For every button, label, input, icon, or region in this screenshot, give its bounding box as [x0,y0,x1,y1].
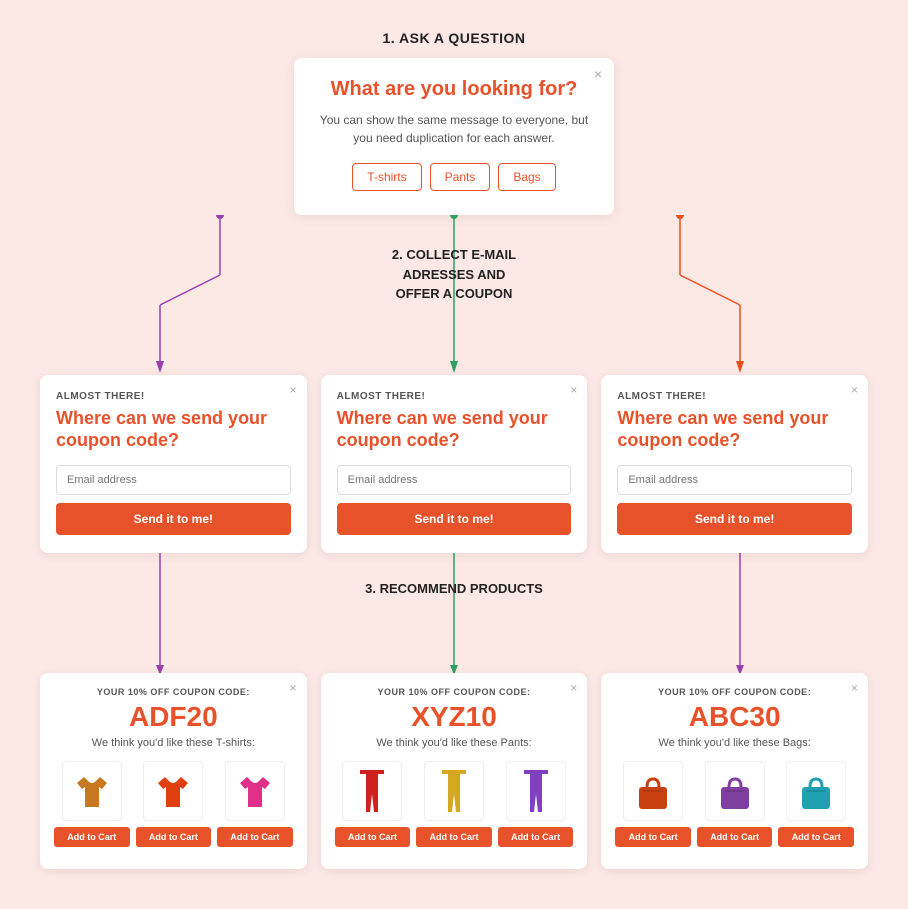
email-card-pants: × ALMOST THERE! Where can we send your c… [321,375,588,553]
connector-svg-2 [20,553,888,673]
coupon-code-2: XYZ10 [335,701,574,733]
email-card-1-almost: ALMOST THERE! [56,391,291,402]
product-item-2-1: Add to Cart [335,761,411,847]
coupon-code-1: ADF20 [54,701,293,733]
question-card: × What are you looking for? You can show… [294,58,614,215]
recommend-text-3: We think you'd like these Bags: [615,737,854,749]
add-to-cart-3-2[interactable]: Add to Cart [697,827,773,847]
email-input-3[interactable] [617,465,852,495]
product-img-tshirt-pink [225,761,285,821]
coupon-card-bags: × YOUR 10% OFF COUPON CODE: ABC30 We thi… [601,673,868,869]
product-item-2-3: Add to Cart [498,761,574,847]
product-row-2: Add to Cart Add to Cart Add to Cart [335,761,574,847]
email-card-bags: × ALMOST THERE! Where can we send your c… [601,375,868,553]
step3-label: 3. RECOMMEND PRODUCTS [365,581,543,596]
product-item-1-2: Add to Cart [136,761,212,847]
add-to-cart-2-3[interactable]: Add to Cart [498,827,574,847]
email-input-1[interactable] [56,465,291,495]
coupon-label-1: YOUR 10% OFF COUPON CODE: [54,687,293,697]
add-to-cart-1-1[interactable]: Add to Cart [54,827,130,847]
coupon-card-pants: × YOUR 10% OFF COUPON CODE: XYZ10 We thi… [321,673,588,869]
email-card-2-title: Where can we send your coupon code? [337,408,572,451]
product-item-2-2: Add to Cart [416,761,492,847]
answer-pants[interactable]: Pants [430,163,491,191]
coupon-code-3: ABC30 [615,701,854,733]
product-img-pants-red [342,761,402,821]
coupon-card-3-close[interactable]: × [851,681,858,695]
send-btn-3[interactable]: Send it to me! [617,503,852,535]
answer-buttons: T-shirts Pants Bags [318,163,590,191]
question-title: What are you looking for? [318,78,590,101]
answer-bags[interactable]: Bags [498,163,555,191]
product-item-3-3: Add to Cart [778,761,854,847]
product-img-bag-purple [705,761,765,821]
email-input-2[interactable] [337,465,572,495]
add-to-cart-1-3[interactable]: Add to Cart [217,827,293,847]
add-to-cart-3-3[interactable]: Add to Cart [778,827,854,847]
send-btn-1[interactable]: Send it to me! [56,503,291,535]
product-item-1-3: Add to Cart [217,761,293,847]
product-item-3-1: Add to Cart [615,761,691,847]
product-item-1-1: Add to Cart [54,761,130,847]
page-wrapper: 1. ASK A QUESTION × What are you looking… [0,0,908,909]
product-img-bag-orange [623,761,683,821]
coupon-card-2-close[interactable]: × [570,681,577,695]
question-card-wrapper: × What are you looking for? You can show… [20,58,888,215]
answer-tshirts[interactable]: T-shirts [352,163,421,191]
recommend-text-1: We think you'd like these T-shirts: [54,737,293,749]
email-card-2-almost: ALMOST THERE! [337,391,572,402]
email-card-3-close[interactable]: × [851,383,858,397]
email-card-2-close[interactable]: × [570,383,577,397]
product-img-bag-teal [786,761,846,821]
step1-label: 1. ASK A QUESTION [20,30,888,46]
email-card-1-close[interactable]: × [290,383,297,397]
coupon-cards-row: × YOUR 10% OFF COUPON CODE: ADF20 We thi… [20,673,888,869]
coupon-card-tshirts: × YOUR 10% OFF COUPON CODE: ADF20 We thi… [40,673,307,869]
email-card-tshirts: × ALMOST THERE! Where can we send your c… [40,375,307,553]
add-to-cart-3-1[interactable]: Add to Cart [615,827,691,847]
product-img-pants-yellow [424,761,484,821]
add-to-cart-1-2[interactable]: Add to Cart [136,827,212,847]
email-card-3-almost: ALMOST THERE! [617,391,852,402]
coupon-card-1-close[interactable]: × [290,681,297,695]
connectors-area-1: 2. COLLECT E-MAILADRESSES ANDOFFER A COU… [20,215,888,375]
step2-label: 2. COLLECT E-MAILADRESSES ANDOFFER A COU… [392,245,516,304]
email-card-1-title: Where can we send your coupon code? [56,408,291,451]
middle-connector: 3. RECOMMEND PRODUCTS [20,553,888,673]
send-btn-2[interactable]: Send it to me! [337,503,572,535]
product-img-tshirt-red [143,761,203,821]
add-to-cart-2-2[interactable]: Add to Cart [416,827,492,847]
product-row-3: Add to Cart Add to Cart [615,761,854,847]
coupon-label-2: YOUR 10% OFF COUPON CODE: [335,687,574,697]
coupon-label-3: YOUR 10% OFF COUPON CODE: [615,687,854,697]
product-img-pants-purple [506,761,566,821]
recommend-text-2: We think you'd like these Pants: [335,737,574,749]
email-cards-row: × ALMOST THERE! Where can we send your c… [20,375,888,553]
product-img-tshirt-orange [62,761,122,821]
question-card-close[interactable]: × [594,66,602,82]
product-item-3-2: Add to Cart [697,761,773,847]
product-row-1: Add to Cart Add to Cart Add to Cart [54,761,293,847]
question-description: You can show the same message to everyon… [318,111,590,147]
email-card-3-title: Where can we send your coupon code? [617,408,852,451]
add-to-cart-2-1[interactable]: Add to Cart [335,827,411,847]
